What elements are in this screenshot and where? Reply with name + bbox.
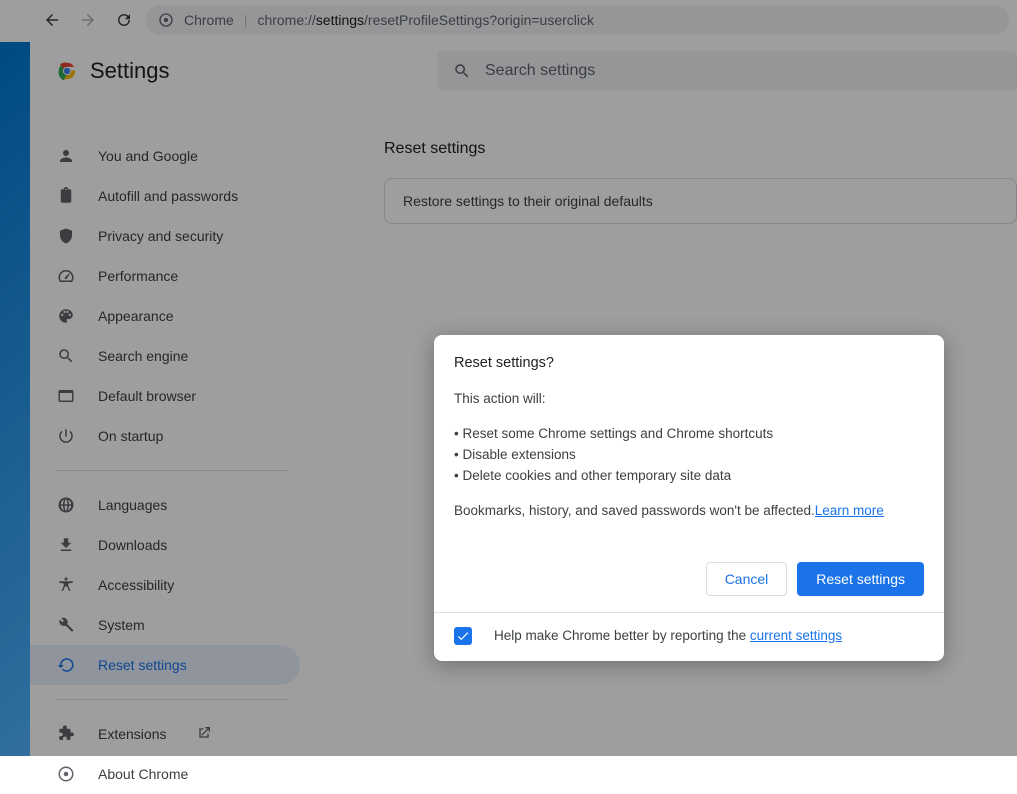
dialog-bullet-3: • Delete cookies and other temporary sit…: [454, 466, 924, 487]
chrome-small-icon: [56, 764, 76, 784]
reset-settings-button[interactable]: Reset settings: [797, 562, 924, 596]
dialog-intro: This action will:: [454, 389, 924, 410]
dialog-note: Bookmarks, history, and saved passwords …: [454, 501, 924, 522]
dialog-bullet-1: • Reset some Chrome settings and Chrome …: [454, 424, 924, 445]
reset-settings-dialog: Reset settings? This action will: • Rese…: [434, 335, 944, 661]
dialog-body: Reset settings? This action will: • Rese…: [434, 335, 944, 554]
cancel-button[interactable]: Cancel: [706, 562, 788, 596]
current-settings-link[interactable]: current settings: [750, 628, 842, 643]
sidebar-item-about-chrome[interactable]: About Chrome: [30, 754, 300, 794]
learn-more-link[interactable]: Learn more: [815, 503, 884, 518]
report-checkbox[interactable]: [454, 627, 472, 645]
dialog-footer: Help make Chrome better by reporting the…: [434, 612, 944, 661]
dialog-text: This action will: • Reset some Chrome se…: [454, 389, 924, 522]
dialog-bullet-2: • Disable extensions: [454, 445, 924, 466]
dialog-title: Reset settings?: [454, 355, 924, 371]
dialog-actions: Cancel Reset settings: [434, 554, 944, 612]
footer-text: Help make Chrome better by reporting the…: [494, 628, 842, 643]
check-icon: [456, 629, 470, 643]
sidebar-label: About Chrome: [98, 766, 188, 782]
